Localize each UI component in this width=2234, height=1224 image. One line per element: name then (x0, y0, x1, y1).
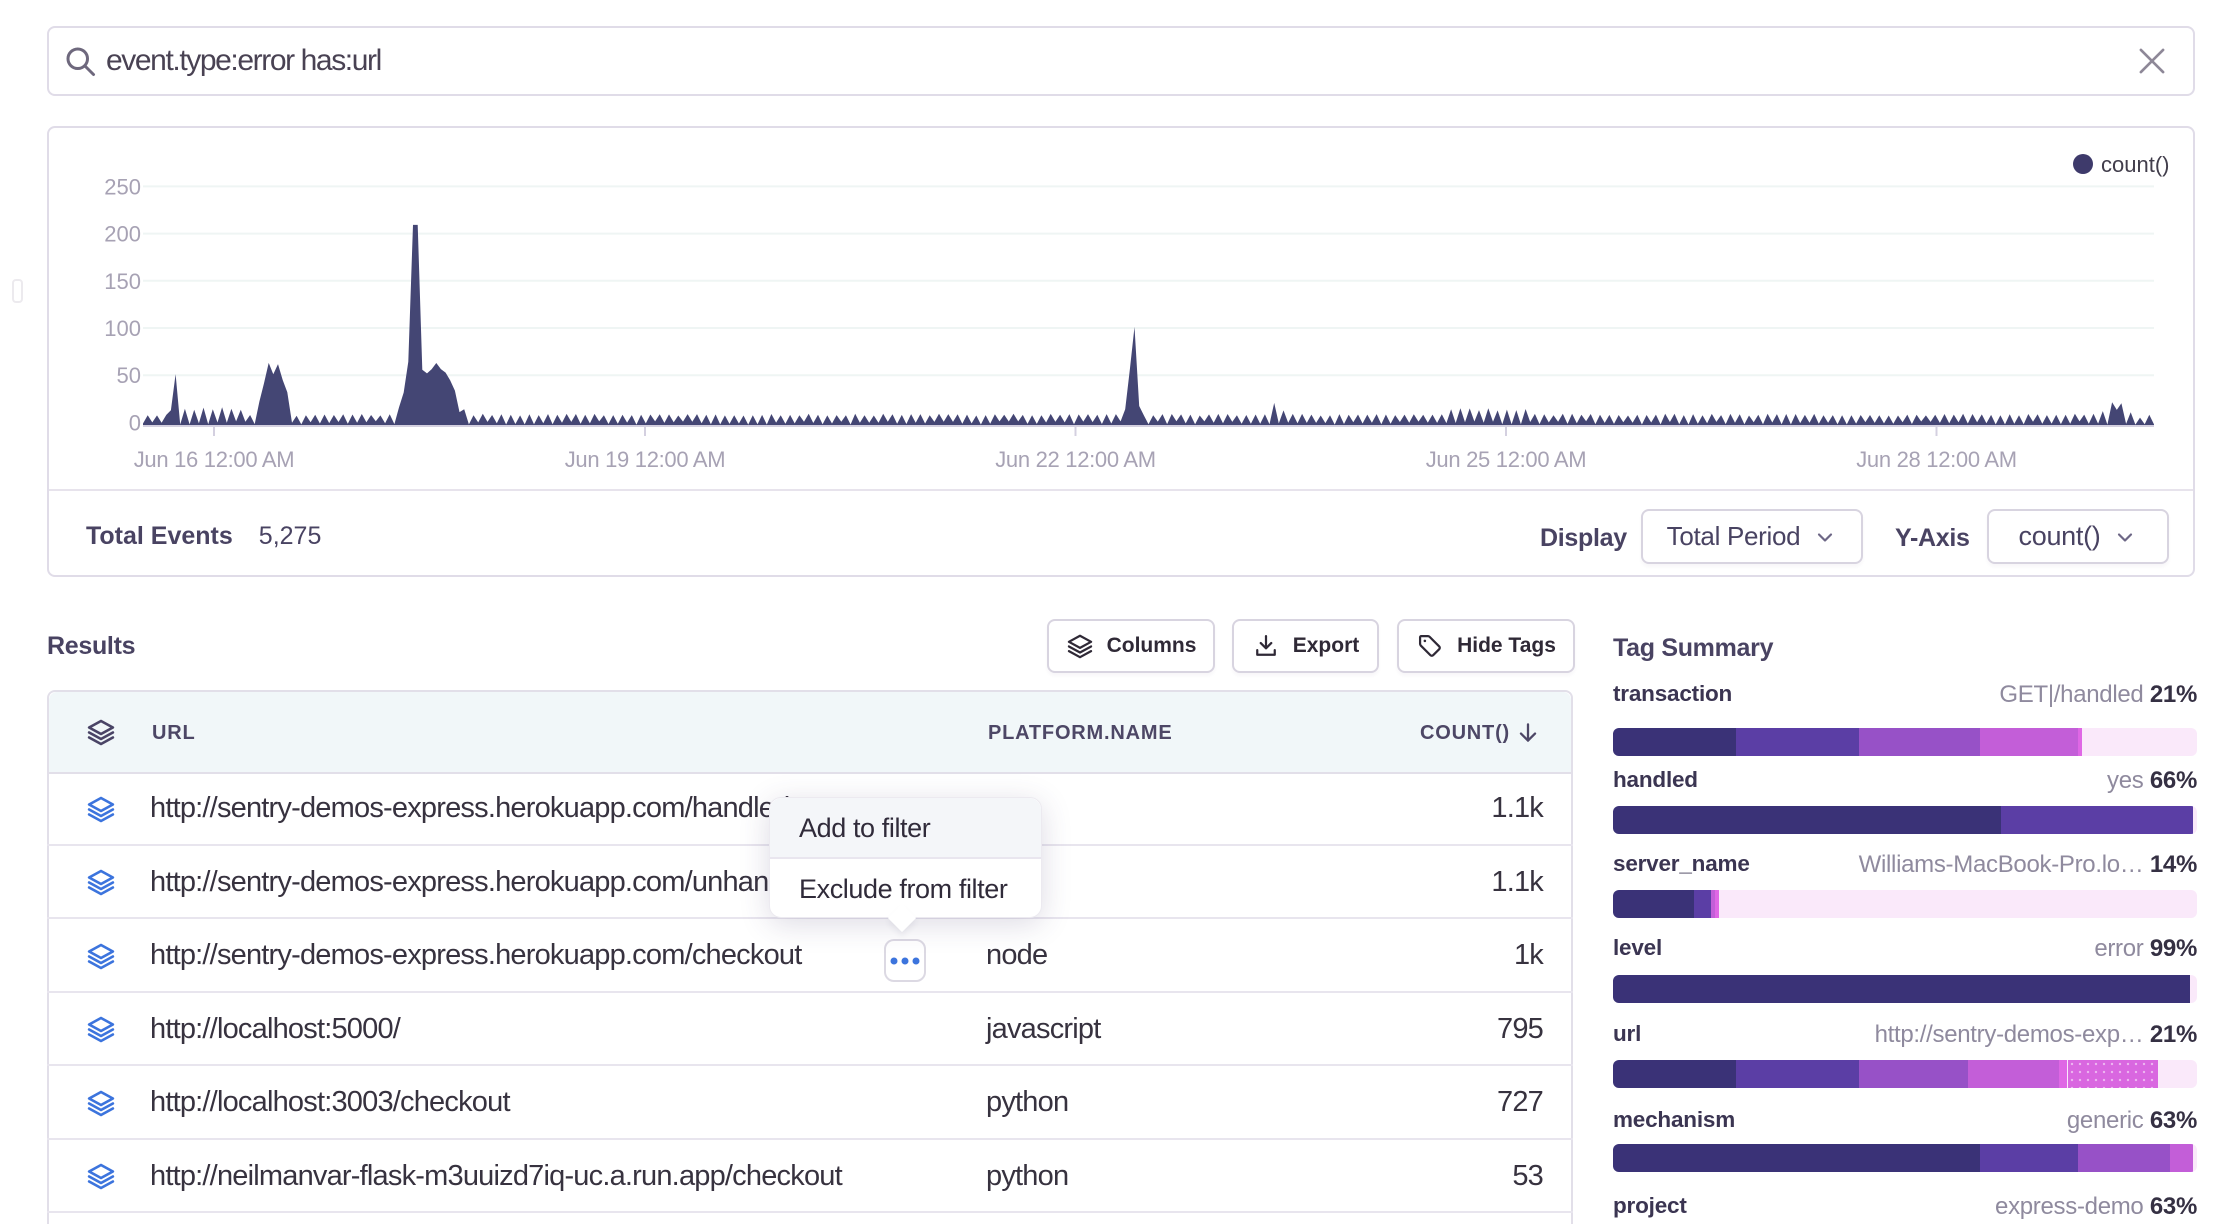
svg-text:Jun 25 12:00 AM: Jun 25 12:00 AM (1426, 447, 1587, 472)
svg-text:0: 0 (129, 410, 141, 435)
svg-text:200: 200 (104, 222, 141, 247)
svg-text:count(): count() (2101, 152, 2169, 177)
svg-text:250: 250 (104, 174, 141, 199)
svg-text:Jun 28 12:00 AM: Jun 28 12:00 AM (1856, 447, 2017, 472)
svg-text:100: 100 (104, 316, 141, 341)
svg-text:Jun 19 12:00 AM: Jun 19 12:00 AM (565, 447, 726, 472)
svg-text:50: 50 (117, 363, 141, 388)
svg-text:150: 150 (104, 269, 141, 294)
svg-text:Jun 16 12:00 AM: Jun 16 12:00 AM (134, 447, 295, 472)
svg-text:Jun 22 12:00 AM: Jun 22 12:00 AM (995, 447, 1156, 472)
